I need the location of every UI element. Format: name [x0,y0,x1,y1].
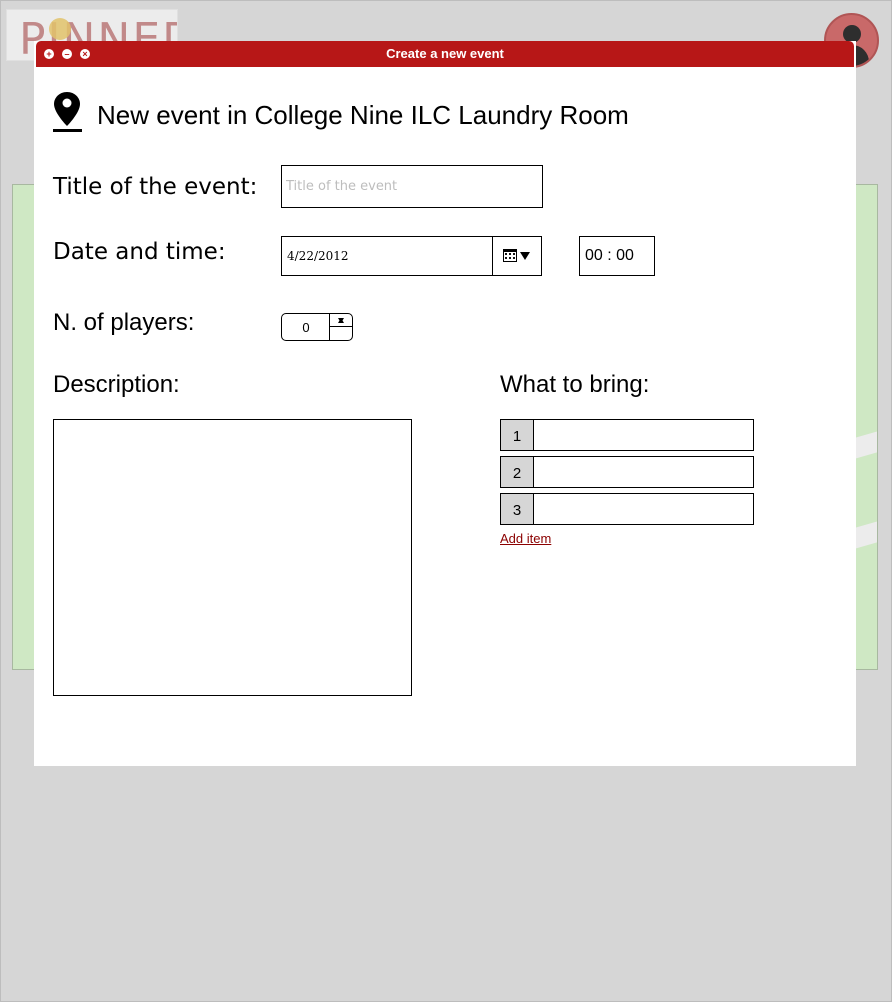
players-value: 0 [302,320,310,335]
create-event-dialog: + – × Create a new event New event in Co… [34,41,856,766]
time-input[interactable]: 00 : 00 [579,236,655,276]
dialog-title: Create a new event [386,46,504,61]
players-stepper[interactable]: 0 [281,313,353,341]
bring-item-row[interactable]: 1 [500,419,754,451]
caret-down-icon [520,252,530,260]
app-screen: PINNED + – × Create a new event New even… [0,0,892,1002]
calendar-icon [503,249,517,262]
date-value: 4/22/2012 [287,249,349,263]
decrement-button[interactable] [330,314,352,327]
bring-item-row[interactable]: 3 [500,493,754,525]
bring-item-number: 1 [501,420,534,450]
event-title-input[interactable] [281,165,543,208]
bring-item-row[interactable]: 2 [500,456,754,488]
add-item-link[interactable]: Add item [500,531,551,546]
page-title: New event in College Nine ILC Laundry Ro… [97,100,629,130]
players-label: N. of players: [53,309,195,336]
description-textarea[interactable] [53,419,412,696]
title-label: Title of the event: [53,174,258,200]
date-time-label: Date and time: [53,239,226,265]
bring-item-number: 3 [501,494,534,524]
description-label: Description: [53,371,180,398]
location-pin-icon [53,92,82,132]
bring-label: What to bring: [500,371,650,398]
logo-pin-icon [49,18,71,40]
dialog-titlebar[interactable]: + – × Create a new event [36,41,854,67]
bring-item-number: 2 [501,457,534,487]
calendar-dropdown-button[interactable] [492,237,541,275]
date-picker[interactable]: 4/22/2012 [281,236,542,276]
